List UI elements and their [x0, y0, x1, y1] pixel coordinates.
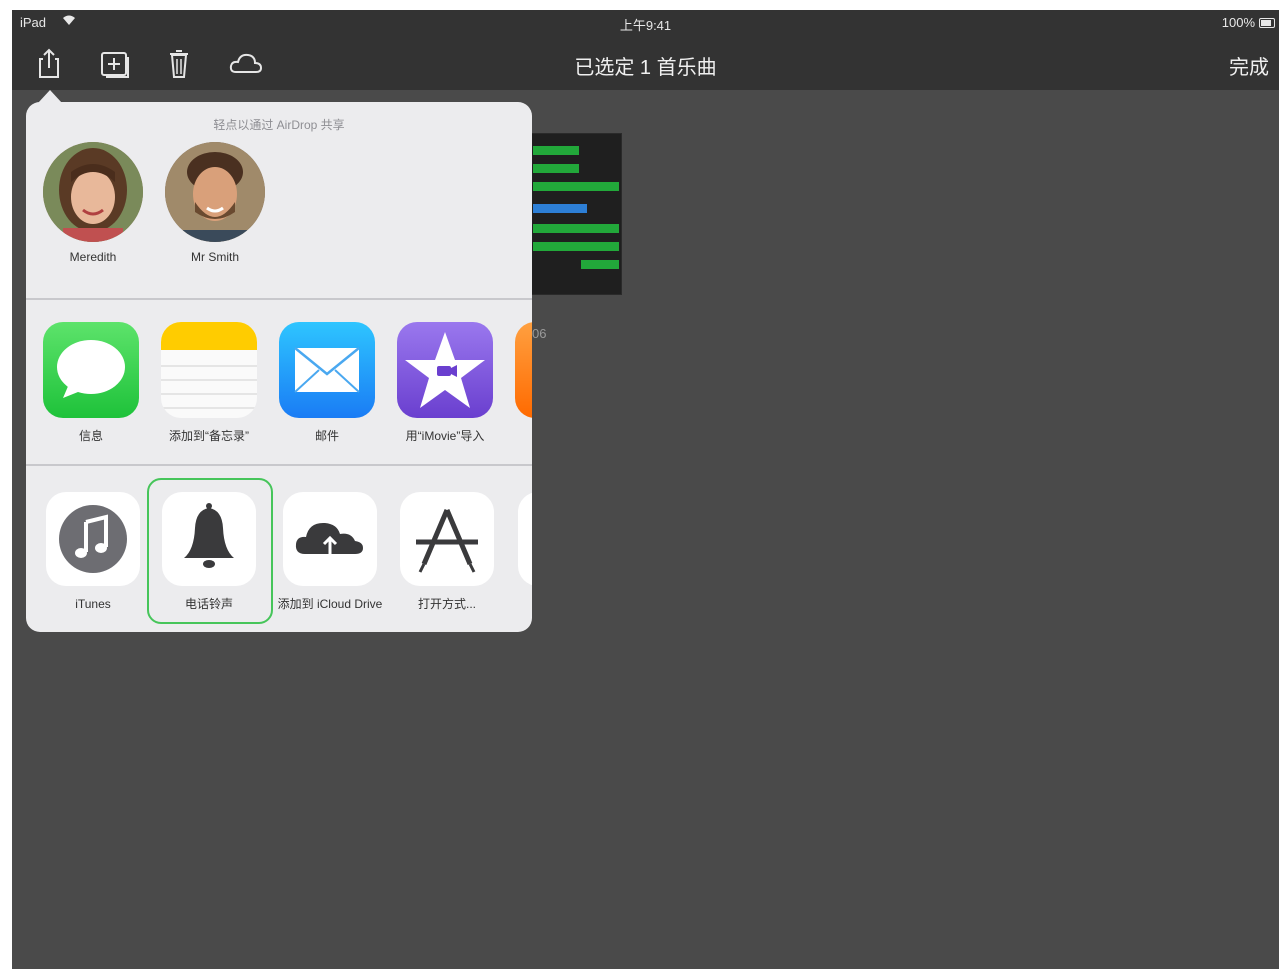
notes-icon	[161, 322, 257, 418]
more-icon	[518, 492, 532, 586]
share-actions-row: iTunes 电话铃声 添加到 iCloud Drive 打开方式...	[26, 478, 532, 632]
app-notes[interactable]: 添加到“备忘录”	[150, 322, 268, 444]
airdrop-person-meredith[interactable]: Meredith	[38, 142, 148, 264]
action-label: 电话铃声	[184, 597, 233, 611]
battery-icon	[1259, 18, 1275, 28]
bell-icon	[162, 492, 256, 586]
app-label: 信息	[78, 429, 103, 443]
itunes-icon	[46, 492, 140, 586]
action-label: 添加到 iCloud Drive	[277, 597, 383, 611]
track-region	[533, 224, 619, 233]
person-name: Mr Smith	[191, 250, 239, 264]
action-icloud-drive[interactable]: 添加到 iCloud Drive	[270, 492, 390, 612]
done-button[interactable]: 完成	[1229, 51, 1269, 80]
app-store-icon	[400, 492, 494, 586]
app-label: S	[504, 428, 532, 444]
status-time: 上午9:41	[619, 18, 672, 33]
track-region	[533, 146, 579, 155]
action-itunes[interactable]: iTunes	[34, 492, 152, 612]
action-open-in[interactable]: 打开方式...	[388, 492, 506, 612]
track-region	[533, 164, 579, 173]
divider	[26, 298, 532, 300]
orange-app-icon	[515, 322, 532, 418]
track-region	[581, 260, 619, 269]
mail-icon	[279, 322, 375, 418]
app-label: 添加到“备忘录”	[169, 429, 249, 443]
app-label: 用“iMovie”导入	[405, 429, 485, 443]
airdrop-hint: 轻点以通过 AirDrop 共享	[213, 118, 345, 132]
messages-icon	[43, 322, 139, 418]
toolbar: 已选定 1 首乐曲 完成	[12, 36, 1279, 90]
icloud-upload-icon	[283, 492, 377, 586]
action-ringtone[interactable]: 电话铃声	[150, 492, 268, 612]
ipad-screen: iPad 上午9:41 100% 已选定 1 首乐曲 完成 06 轻点以通过 A…	[12, 10, 1279, 969]
airdrop-person-mr-smith[interactable]: Mr Smith	[160, 142, 270, 264]
person-name: Meredith	[69, 250, 117, 264]
imovie-icon	[397, 322, 493, 418]
page-title: 已选定 1 首乐曲	[574, 57, 717, 79]
share-apps-row: 信息 添加到“备忘录” 邮件 用“iMovie”导入	[26, 322, 532, 467]
avatar	[43, 142, 143, 242]
track-region	[533, 242, 619, 251]
app-messages[interactable]: 信息	[32, 322, 150, 444]
song-label: 06	[532, 326, 547, 341]
action-label: 打开方式...	[417, 597, 476, 611]
action-label: iTunes	[75, 597, 111, 611]
app-label: 邮件	[314, 429, 339, 443]
action-more-partial[interactable]	[506, 492, 532, 586]
app-orange[interactable]: S	[504, 322, 532, 444]
app-mail[interactable]: 邮件	[268, 322, 386, 444]
battery-percent: 100%	[1221, 15, 1255, 30]
avatar	[165, 142, 265, 242]
share-sheet: 轻点以通过 AirDrop 共享 Meredith Mr Smith 信息 添加…	[26, 102, 532, 632]
divider	[26, 464, 532, 466]
track-region	[533, 182, 619, 191]
track-region	[533, 204, 587, 213]
status-bar: iPad 上午9:41 100%	[12, 10, 1279, 36]
app-imovie[interactable]: 用“iMovie”导入	[386, 322, 504, 444]
